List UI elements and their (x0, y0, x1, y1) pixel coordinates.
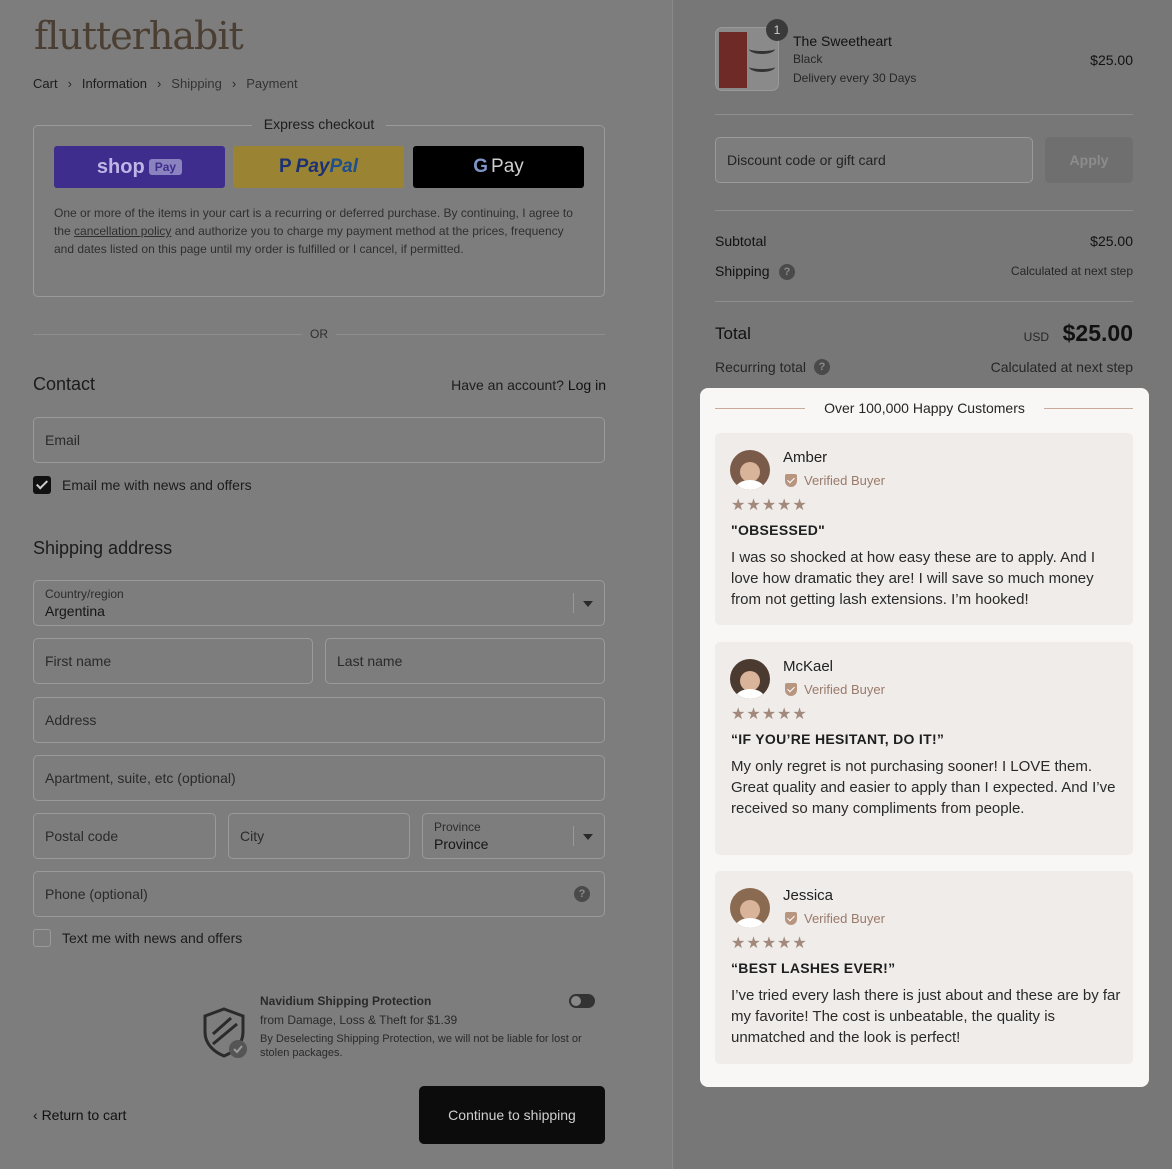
chevron-left-icon: ‹ (33, 1107, 42, 1123)
breadcrumb-payment: Payment (246, 76, 298, 91)
apply-discount-button[interactable]: Apply (1045, 137, 1133, 183)
google-pay-button[interactable]: G Pay (413, 146, 584, 188)
email-field[interactable]: Email (33, 417, 605, 463)
star-rating: ★★★★★ (731, 497, 808, 514)
review-card: Amber Verified Buyer ★★★★★ "OBSESSED" I … (715, 433, 1133, 625)
shipping-value: Calculated at next step (1010, 264, 1133, 278)
review-title: "OBSESSED" (731, 522, 826, 538)
star-rating: ★★★★★ (731, 706, 808, 723)
email-news-checkbox[interactable] (33, 476, 51, 494)
subtotal-value: $25.00 (1090, 233, 1133, 249)
total-label: Total (715, 324, 751, 343)
address-field[interactable]: Address (33, 697, 605, 743)
review-body: I’ve tried every lash there is just abou… (731, 987, 1121, 1046)
review-body: My only regret is not purchasing sooner!… (731, 758, 1116, 817)
brand-logo[interactable]: flutterhabit (34, 14, 244, 58)
have-account-text: Have an account? Log in (451, 377, 606, 393)
chevron-right-icon: › (156, 76, 162, 91)
verified-buyer-badge: Verified Buyer (785, 473, 885, 488)
review-title: “IF YOU’RE HESITANT, DO IT!” (731, 731, 945, 747)
express-checkout-title: Express checkout (251, 116, 387, 132)
reviewer-name: Jessica (783, 887, 834, 904)
paypal-button[interactable]: P Pay Pal (233, 146, 404, 188)
postal-code-field[interactable]: Postal code (33, 813, 216, 859)
avatar (730, 450, 770, 490)
shipping-protection-note: By Deselecting Shipping Protection, we w… (260, 1033, 582, 1059)
continue-to-shipping-button[interactable]: Continue to shipping (419, 1086, 605, 1144)
email-news-label: Email me with news and offers (62, 477, 252, 493)
review-card: McKael Verified Buyer ★★★★★ “IF YOU’RE H… (715, 642, 1133, 855)
product-delivery: Delivery every 30 Days (793, 71, 917, 85)
paypal-logo-icon: P (278, 156, 292, 177)
shipping-address-heading: Shipping address (33, 538, 173, 558)
text-news-label: Text me with news and offers (62, 930, 243, 946)
product-variant: Black (793, 52, 823, 66)
shield-icon (203, 1007, 247, 1058)
recurring-total-value: Calculated at next step (990, 359, 1133, 375)
shipping-protection-subtitle: from Damage, Loss & Theft for $1.39 (260, 1013, 458, 1027)
product-price: $25.00 (1090, 52, 1133, 68)
reviews-heading: Over 100,000 Happy Customers (824, 400, 1025, 416)
chevron-right-icon: › (231, 76, 237, 91)
breadcrumb-information: Information (81, 76, 147, 91)
avatar (730, 659, 770, 699)
phone-field[interactable]: Phone (optional) ? (33, 871, 605, 917)
city-field[interactable]: City (228, 813, 410, 859)
chevron-down-icon (583, 601, 593, 607)
apartment-field[interactable]: Apartment, suite, etc (optional) (33, 755, 605, 801)
province-select[interactable]: Province Province (422, 813, 605, 859)
divider (715, 301, 1133, 302)
quantity-badge: 1 (766, 19, 788, 41)
shipping-label: Shipping (715, 263, 770, 279)
verified-buyer-badge: Verified Buyer (785, 682, 885, 697)
review-title: “BEST LASHES EVER!” (731, 960, 896, 976)
product-name: The Sweetheart (793, 33, 892, 49)
reviews-panel: Over 100,000 Happy Customers Amber Verif… (700, 388, 1149, 1087)
shop-pay-button[interactable]: shop Pay (54, 146, 225, 188)
avatar (730, 888, 770, 928)
cancellation-policy-link[interactable]: cancellation policy (74, 224, 171, 238)
country-select[interactable]: Country/region Argentina (33, 580, 605, 626)
breadcrumb: Cart › Information › Shipping › Payment (33, 76, 298, 91)
verified-buyer-badge: Verified Buyer (785, 911, 885, 926)
help-icon[interactable]: ? (814, 359, 830, 375)
text-news-checkbox[interactable] (33, 929, 51, 947)
review-card: Jessica Verified Buyer ★★★★★ “BEST LASHE… (715, 871, 1133, 1064)
chevron-down-icon (583, 834, 593, 840)
reviewer-name: McKael (783, 658, 834, 675)
help-icon[interactable]: ? (779, 264, 795, 280)
verified-shield-icon (785, 474, 797, 487)
star-rating: ★★★★★ (731, 935, 808, 952)
express-checkout-box: Express checkout shop Pay P Pay Pal G Pay… (33, 116, 605, 297)
subtotal-label: Subtotal (715, 233, 767, 249)
shipping-protection-title: Navidium Shipping Protection (260, 994, 432, 1008)
reviewer-name: Amber (783, 449, 828, 466)
currency-code: USD (1023, 330, 1049, 344)
chevron-right-icon: › (67, 76, 72, 91)
lash-image (749, 44, 775, 54)
first-name-field[interactable]: First name (33, 638, 313, 684)
divider (715, 210, 1133, 211)
or-label: OR (302, 327, 336, 341)
lash-image (749, 62, 775, 72)
total-value: $25.00 (1062, 320, 1133, 346)
google-g-icon: G (473, 156, 489, 177)
verified-shield-icon (785, 912, 797, 925)
divider (715, 114, 1133, 115)
recurring-total-label: Recurring total (715, 359, 807, 375)
recurring-purchase-note: One or more of the items in your cart is… (54, 206, 573, 256)
review-body: I was so shocked at how easy these are t… (731, 549, 1096, 608)
login-link[interactable]: Log in (568, 377, 606, 393)
breadcrumb-cart[interactable]: Cart (33, 76, 58, 91)
contact-heading: Contact (33, 374, 96, 394)
return-to-cart-link[interactable]: ‹ Return to cart (33, 1107, 126, 1123)
discount-code-input[interactable]: Discount code or gift card (715, 137, 1033, 183)
help-icon[interactable]: ? (574, 886, 590, 902)
last-name-field[interactable]: Last name (325, 638, 605, 684)
breadcrumb-shipping: Shipping (171, 76, 222, 91)
verified-shield-icon (785, 683, 797, 696)
shipping-protection-toggle[interactable] (569, 994, 595, 1008)
